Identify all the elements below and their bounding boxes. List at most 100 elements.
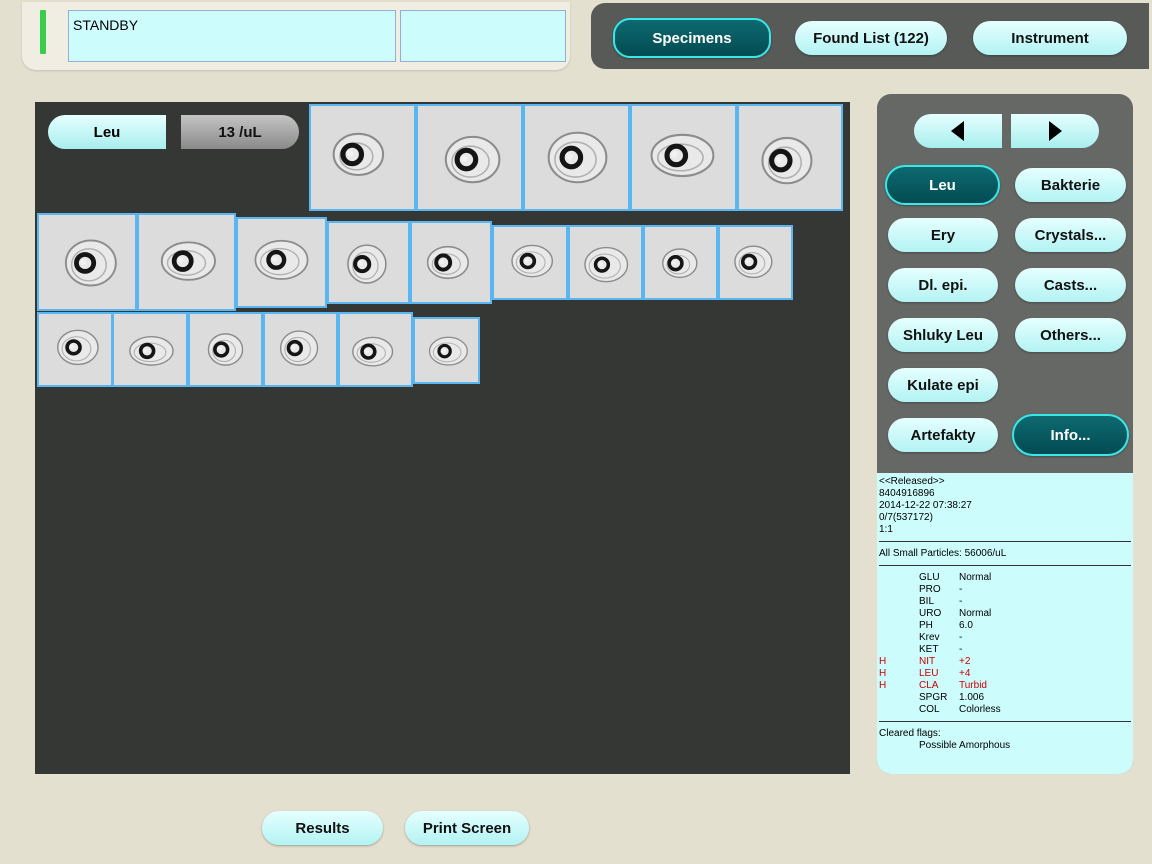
particle-thumbnail[interactable] [630,104,737,211]
print-screen-button[interactable]: Print Screen [405,811,529,845]
particle-thumbnail[interactable] [718,225,793,300]
chem-row: KET - [879,644,1131,656]
chem-value: - [959,632,963,643]
particle-thumbnail[interactable] [137,213,236,311]
chem-value: 6.0 [959,620,973,631]
specimens-tab[interactable]: Specimens [613,18,771,58]
chem-row: PRO - [879,584,1131,596]
chem-key: PRO [919,584,941,595]
chem-flag [879,608,919,620]
cell-image [739,106,841,209]
particle-thumbnail[interactable] [492,225,568,300]
particle-thumbnail[interactable] [523,104,630,211]
particle-thumbnail[interactable] [236,217,327,308]
cell-image [114,314,186,385]
chem-value: 1.006 [959,692,985,703]
cell-image [238,219,325,306]
cell-image [494,227,566,298]
category-dl-epi[interactable]: Dl. epi. [888,268,998,302]
prev-button[interactable] [914,114,1002,148]
chem-key: KET [919,644,939,655]
cell-image [139,215,234,309]
chem-key: PH [919,620,933,631]
release-status: <<Released>> [879,476,945,487]
category-shluky-leu[interactable]: Shluky Leu [888,318,998,352]
chem-value: Colorless [959,704,1001,715]
chem-flag: H [879,680,887,691]
chem-row: COL Colorless [879,704,1131,716]
cleared-flags-label: Cleared flags: [879,728,941,739]
info-button[interactable]: Info... [1012,414,1129,456]
particle-thumbnail[interactable] [112,312,188,387]
cell-image [645,227,716,298]
cell-image [418,106,521,209]
cell-image [39,215,135,309]
rack-position: 0/7(537172) [879,512,933,523]
chemistry-list: GLU Normal PRO - BIL - URO Normal PH 6.0 Krev - KET -… [879,572,1131,716]
chem-flag [879,620,919,632]
chem-flag [879,632,919,644]
cell-image [412,223,490,302]
cleared-flags-value: Possible Amorphous [919,740,1011,751]
particle-thumbnail[interactable] [568,225,643,300]
chem-key: CLA [919,680,939,691]
status-aux-box [400,10,566,62]
chem-flag [879,644,919,656]
chem-key: BIL [919,596,935,607]
chem-key: GLU [919,572,940,583]
next-button[interactable] [1011,114,1099,148]
cell-image [632,106,735,209]
chem-key: URO [919,608,942,619]
particle-thumbnail[interactable] [327,221,410,304]
category-bakterie[interactable]: Bakterie [1015,168,1126,202]
cell-image [39,314,111,385]
class-count: 13 /uL [181,115,299,149]
found-list-tab[interactable]: Found List (122) [795,21,947,55]
chem-key: LEU [919,668,939,679]
chem-row: H CLA Turbid [879,680,1131,692]
category-kulate-epi[interactable]: Kulate epi [888,368,998,402]
particle-thumbnail[interactable] [737,104,843,211]
category-ery[interactable]: Ery [888,218,998,252]
chem-value: +2 [959,656,971,667]
results-button[interactable]: Results [262,811,383,845]
particle-thumbnail[interactable] [188,312,263,387]
chem-key: NIT [919,656,936,667]
particle-thumbnail[interactable] [338,312,413,387]
arrow-right-icon [1049,121,1062,141]
specimen-info: <<Released>> 8404916896 2014-12-22 07:38… [877,473,1133,774]
chem-key: Krev [919,632,940,643]
particle-thumbnail[interactable] [643,225,718,300]
divider [879,721,1131,722]
particle-thumbnail[interactable] [410,221,492,304]
cell-image [311,106,414,209]
category-casts[interactable]: Casts... [1015,268,1126,302]
category-crystals[interactable]: Crystals... [1015,218,1126,252]
divider [879,541,1131,542]
cell-image [570,227,641,298]
particle-thumbnail[interactable] [309,104,416,211]
particle-thumbnail[interactable] [37,312,113,387]
chem-flag [879,596,919,608]
small-particles: All Small Particles: 56006/uL [879,548,1007,559]
category-others[interactable]: Others... [1015,318,1126,352]
specimen-datetime: 2014-12-22 07:38:27 [879,500,972,511]
instrument-tab[interactable]: Instrument [973,21,1127,55]
particle-thumbnail[interactable] [413,317,480,384]
particle-thumbnail[interactable] [37,213,137,311]
arrow-left-icon [951,121,964,141]
chem-flag [879,584,919,596]
chem-value: - [959,596,963,607]
category-leu[interactable]: Leu [885,165,1000,205]
chem-row: GLU Normal [879,572,1131,584]
particle-thumbnail[interactable] [416,104,523,211]
chem-row: Krev - [879,632,1131,644]
chem-row: SPGR 1.006 [879,692,1131,704]
cell-image [190,314,261,385]
category-artefakty[interactable]: Artefakty [888,418,998,452]
particle-thumbnail[interactable] [263,312,338,387]
cell-image [415,319,478,382]
chem-key: COL [919,704,940,715]
dilution: 1:1 [879,524,893,535]
chem-flag [879,692,919,704]
